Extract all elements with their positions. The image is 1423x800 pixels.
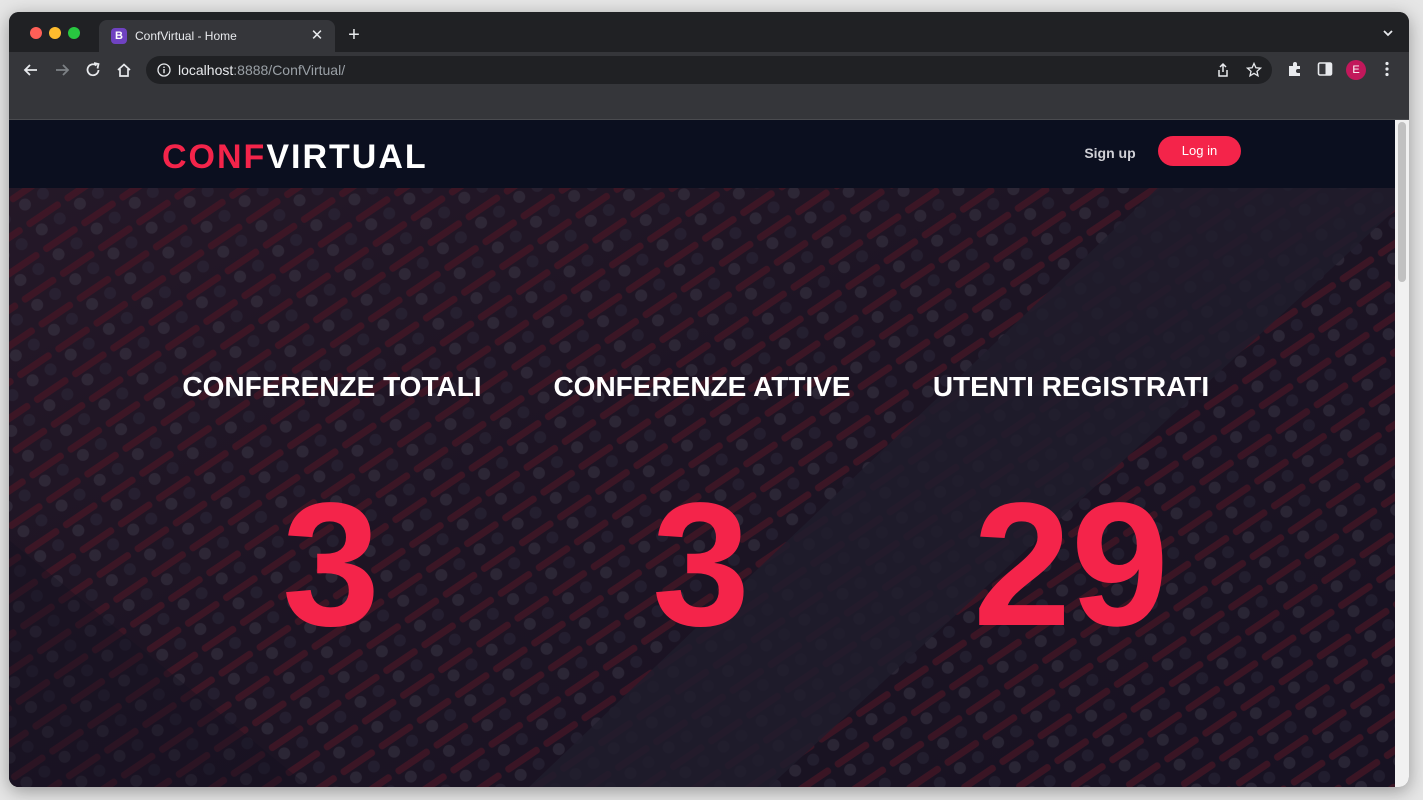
favicon-icon: B (111, 28, 127, 44)
stat-label-conferenze-attive: CONFERENZE ATTIVE (553, 371, 851, 402)
bookmark-star-icon[interactable] (1246, 62, 1262, 78)
share-icon[interactable] (1215, 62, 1231, 78)
url-host: localhost (178, 62, 234, 78)
tab-search-icon[interactable] (1381, 26, 1395, 40)
home-icon[interactable] (114, 60, 134, 80)
stat-value-conferenze-totali: 3 (282, 467, 380, 663)
address-bar[interactable]: localhost:8888/ConfVirtual/ (146, 56, 1272, 84)
url-text: localhost:8888/ConfVirtual/ (178, 63, 345, 77)
browser-window: B ConfVirtual - Home ✕ + localhost:8888/… (9, 12, 1409, 787)
more-menu-icon[interactable] (1378, 60, 1396, 78)
profile-avatar[interactable]: E (1346, 60, 1366, 80)
bookmarks-bar (9, 88, 1409, 120)
hero-overlay (9, 120, 1395, 787)
browser-tab[interactable]: B ConfVirtual - Home ✕ (99, 20, 335, 52)
back-icon[interactable] (21, 60, 41, 80)
scrollbar-thumb[interactable] (1398, 122, 1406, 282)
close-window-button[interactable] (30, 27, 42, 39)
login-button[interactable]: Log in (1158, 136, 1241, 166)
logo-conf: CONF (162, 138, 267, 176)
signup-link[interactable]: Sign up (1075, 144, 1145, 162)
minimize-window-button[interactable] (49, 27, 61, 39)
reload-icon[interactable] (83, 60, 103, 80)
new-tab-icon[interactable]: + (343, 24, 365, 46)
url-path: :8888/ConfVirtual/ (233, 62, 346, 78)
maximize-window-button[interactable] (68, 27, 80, 39)
browser-toolbar: localhost:8888/ConfVirtual/ E (9, 52, 1409, 88)
stat-label-conferenze-totali: CONFERENZE TOTALI (182, 371, 482, 402)
tab-title: ConfVirtual - Home (135, 29, 237, 43)
site-navbar: CONFVIRTUAL Sign up Log in (9, 120, 1395, 188)
page-scrollbar[interactable] (1395, 120, 1409, 787)
tab-close-icon[interactable]: ✕ (307, 26, 327, 46)
stat-value-utenti-registrati: 29 (973, 467, 1169, 663)
extensions-icon[interactable] (1286, 60, 1304, 78)
site-logo[interactable]: CONFVIRTUAL (162, 138, 428, 176)
side-panel-icon[interactable] (1316, 60, 1334, 78)
stat-label-utenti-registrati: UTENTI REGISTRATI (932, 371, 1210, 402)
site-info-icon[interactable] (157, 63, 171, 77)
logo-virtual: VIRTUAL (266, 138, 428, 176)
stat-value-conferenze-attive: 3 (652, 467, 750, 663)
forward-icon[interactable] (52, 60, 72, 80)
tab-strip: B ConfVirtual - Home ✕ + (9, 12, 1409, 52)
page-viewport: CONFVIRTUAL Sign up Log in CONFERENZE TO… (9, 120, 1395, 787)
